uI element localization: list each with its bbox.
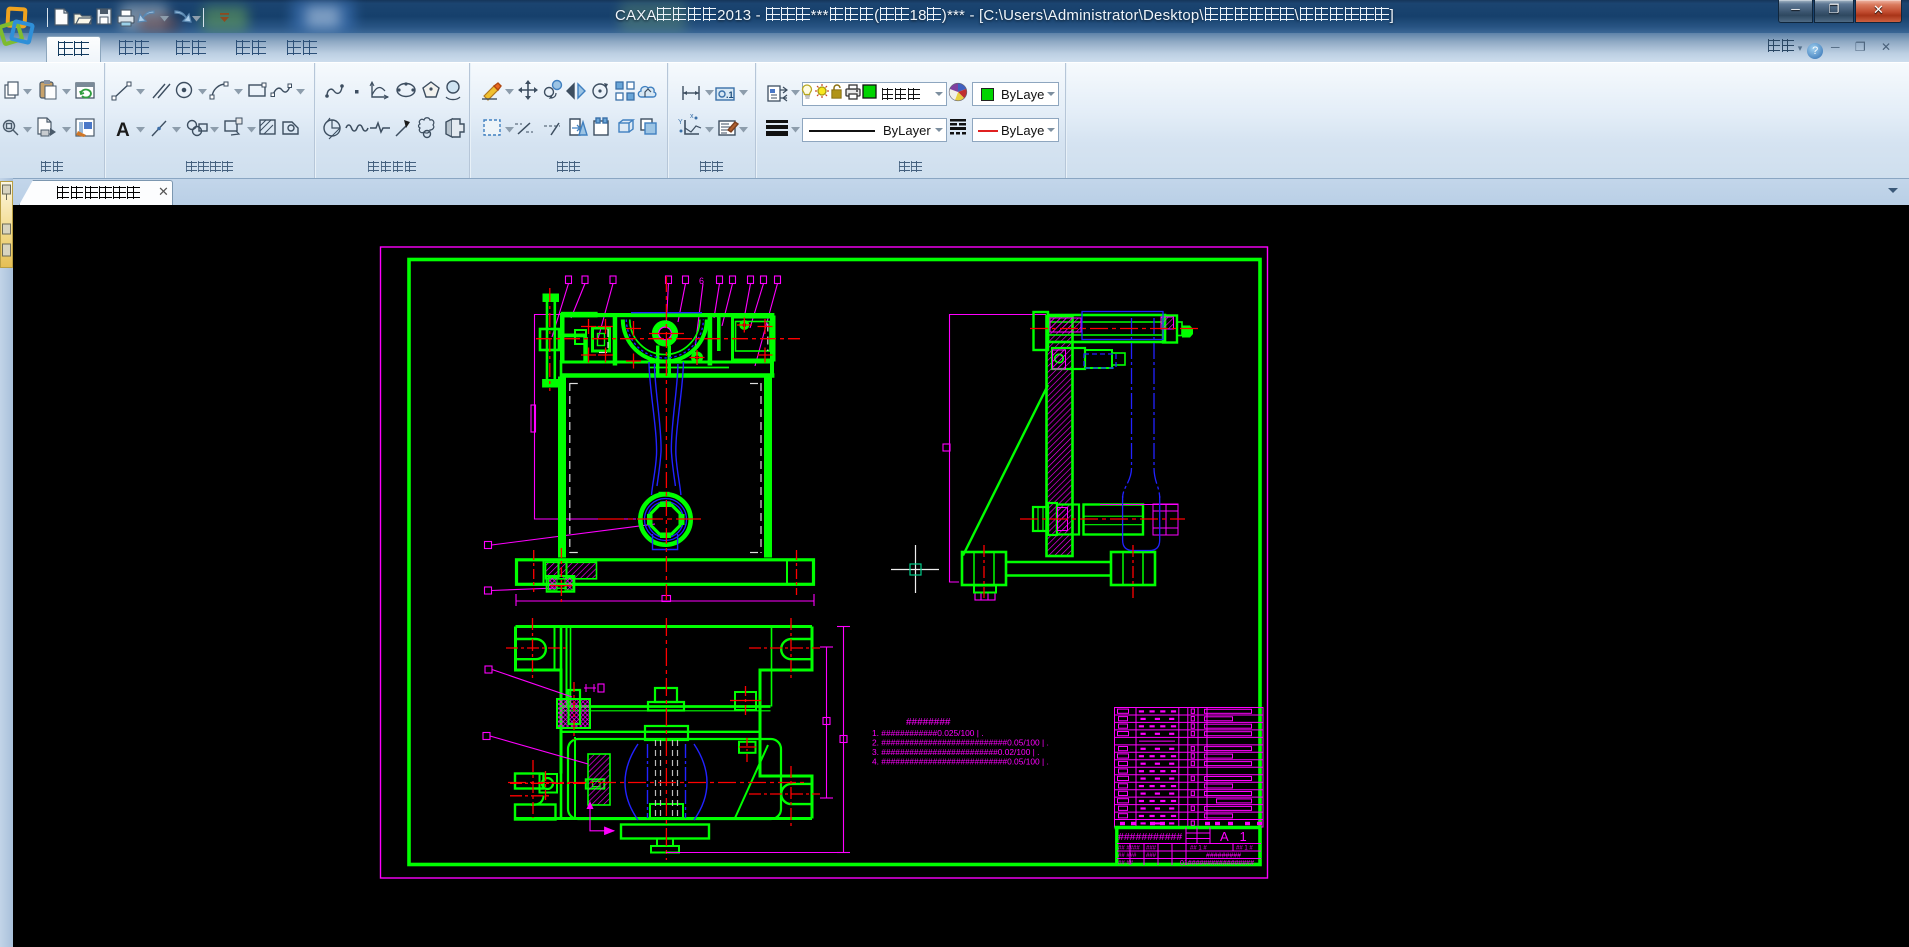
svg-text:## ##: ## ## xyxy=(1118,861,1134,867)
svg-text:A: A xyxy=(116,120,130,141)
svg-text:4. ###########################: 4. ###########################0.05/100 |… xyxy=(872,757,1049,767)
svg-text:###: ### xyxy=(1146,846,1157,852)
svg-text:3. #########################0.: 3. #########################0.02/100 | . xyxy=(872,747,1040,757)
svg-text:x: x xyxy=(690,113,694,120)
svg-text:########: ######## xyxy=(906,717,951,728)
svg-text:Y: Y xyxy=(678,119,683,126)
svg-text:01#################: 01################# xyxy=(1180,860,1254,867)
svg-text:## 1 #: ## 1 # xyxy=(1236,846,1253,852)
svg-text:1. ############0.025/100 | .: 1. ############0.025/100 | . xyxy=(872,728,984,738)
svg-text:A 1: A 1 xyxy=(1220,829,1247,844)
svg-text:## 1 #: ## 1 # xyxy=(1190,846,1207,852)
svg-text:###: ### xyxy=(1146,853,1157,859)
svg-text:.1: .1 xyxy=(726,90,734,100)
svg-text:## ###: ## ### xyxy=(1118,853,1137,859)
svg-text:2. ###########################: 2. ###########################0.05/100 |… xyxy=(872,738,1049,748)
svg-text:#########: ######### xyxy=(1206,853,1241,860)
svg-text:###########: ########### xyxy=(1118,831,1182,843)
svg-text:## ####: ## #### xyxy=(1118,846,1140,852)
